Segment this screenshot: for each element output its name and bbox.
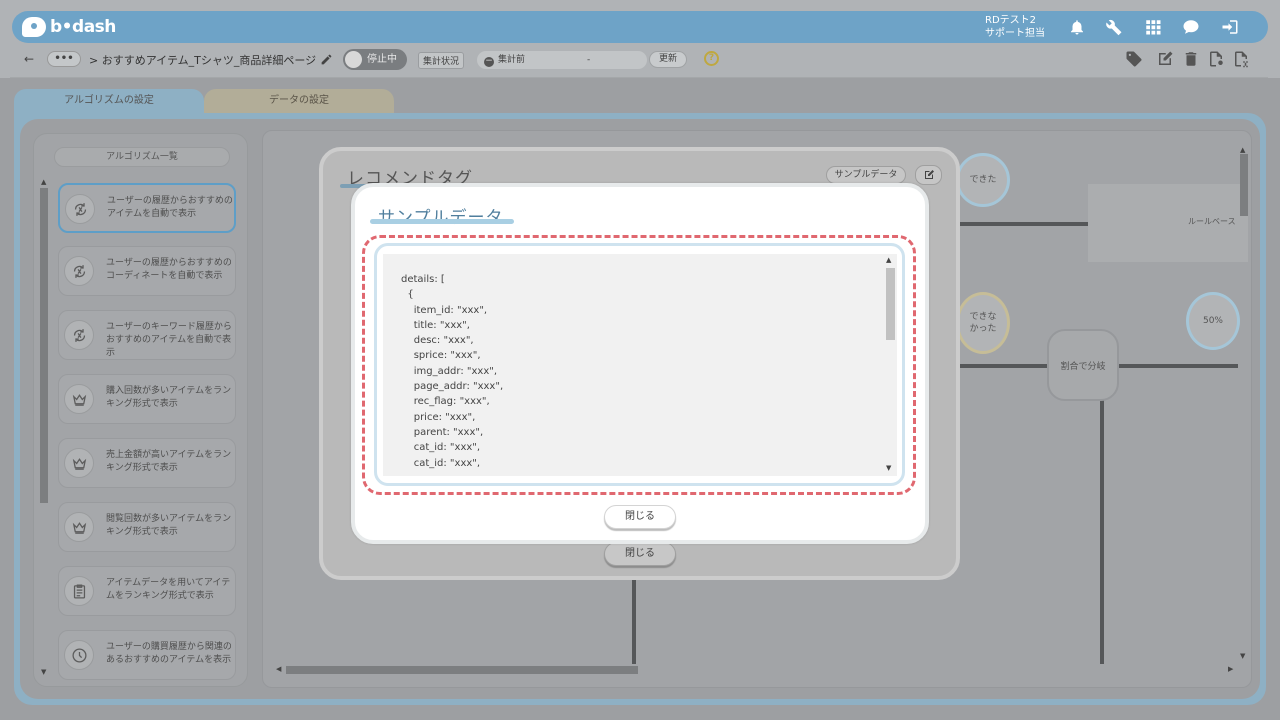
recycle-icon [64,256,94,286]
help-icon[interactable]: ? [704,51,719,66]
algorithm-item[interactable]: ユーザーの履歴からおすすめのアイテムを自動で表示 [58,183,236,233]
algorithm-item-label: ユーザーの履歴からおすすめのアイテムを自動で表示 [107,196,233,219]
crown-icon [64,384,94,414]
refresh-button[interactable]: 更新 [649,51,687,68]
algorithm-item-label: ユーザーのキーワード履歴からおすすめのアイテムを自動で表示 [106,322,232,358]
code-text: details: [ { item_id: "xxx", title: "xxx… [401,274,504,469]
crown-icon [64,512,94,542]
failure-node[interactable]: できな かった [956,292,1010,354]
app-logo[interactable]: b•dash [22,11,116,43]
algorithm-item[interactable]: ユーザーの購買履歴から関連のあるおすすめのアイテムを表示 [58,630,236,680]
canvas-hscroll-thumb[interactable] [286,666,638,674]
title-underline [370,219,514,224]
more-menu-button[interactable]: ••• [47,51,81,67]
bell-icon[interactable] [1066,16,1088,38]
percent-node-label: 50% [1202,316,1223,326]
user-info[interactable]: RDテスト2 サポート担当 [985,14,1055,40]
logout-icon[interactable] [1219,16,1241,38]
status-toggle[interactable]: 停止中 [343,49,407,70]
algorithm-item[interactable]: 閲覧回数が多いアイテムをランキング形式で表示 [58,502,236,552]
algorithm-item[interactable]: 売上金額が高いアイテムをランキング形式で表示 [58,438,236,488]
algorithm-item-label: 売上金額が高いアイテムをランキング形式で表示 [106,450,232,473]
rule-based-label: ルールベース [1188,217,1236,226]
app-header [0,0,1280,46]
percent-node[interactable]: 50% [1186,292,1240,350]
clipboard-icon [64,576,94,606]
aggregation-status-chip: − 集計前 - [477,51,647,69]
logo-bubble-icon [22,17,46,37]
algorithm-item-label: 閲覧回数が多いアイテムをランキング形式で表示 [106,514,232,537]
success-node[interactable]: できた [956,153,1010,207]
code-scrollbar[interactable]: ▲ ▼ [884,256,896,474]
file-settings-icon[interactable] [1207,50,1227,70]
sample-data-title: サンプルデータ [378,208,504,228]
sidebar-scrollbar[interactable]: ▲ ▼ [39,178,51,678]
tag-icon[interactable] [1125,50,1145,70]
sample-data-code[interactable]: details: [ { item_id: "xxx", title: "xxx… [383,254,897,476]
edit-icon[interactable] [1156,50,1176,70]
aggregation-status-label: 集計状況 [418,52,465,69]
failure-node-label: できな かった [969,312,997,334]
logo-text: b•dash [50,17,116,37]
toggle-knob [345,51,362,68]
recycle-icon [65,194,95,224]
crown-icon [64,448,94,478]
split-by-ratio-label: 割合で分岐 [1060,361,1106,372]
pencil-icon[interactable] [320,53,333,69]
file-delete-icon[interactable] [1232,50,1252,70]
success-node-label: できた [969,175,997,185]
algorithm-item[interactable]: ユーザーの履歴からおすすめのコーディネートを自動で表示 [58,246,236,296]
algorithm-item-label: アイテムデータを用いてアイテムをランキング形式で表示 [106,578,231,601]
split-by-ratio-node[interactable]: 割合で分岐 [1047,329,1119,401]
tab-data-settings[interactable]: データの設定 [204,89,394,113]
flow-connector [960,364,1048,368]
algorithm-item-label: 購入回数が多いアイテムをランキング形式で表示 [106,386,232,409]
edit-icon [924,170,934,179]
rule-based-node[interactable]: ルールベース [1088,184,1248,262]
flow-connector [960,222,1088,226]
flow-connector [1118,364,1238,368]
user-company: RDテスト2 [985,15,1037,26]
algorithm-item-label: ユーザーの履歴からおすすめのコーディネートを自動で表示 [106,258,232,281]
chat-icon[interactable] [1180,16,1202,38]
toggle-label: 停止中 [367,54,397,65]
algorithm-item[interactable]: ユーザーのキーワード履歴からおすすめのアイテムを自動で表示 [58,310,236,360]
grid-icon[interactable] [1142,16,1164,38]
breadcrumb: > おすすめアイテム_Tシャツ_商品詳細ページ [89,52,333,69]
algorithm-list-title: アルゴリズム一覧 [54,147,230,167]
back-arrow-icon[interactable]: ← [24,52,34,66]
code-scroll-thumb[interactable] [886,268,895,340]
breadcrumb-text: > おすすめアイテム_Tシャツ_商品詳細ページ [89,54,317,67]
wrench-icon[interactable] [1103,16,1125,38]
flow-connector [632,580,636,664]
user-role: サポート担当 [985,28,1045,39]
tab-algorithm-settings[interactable]: アルゴリズムの設定 [14,89,204,113]
minus-icon: − [484,56,494,67]
scroll-up-arrow-icon[interactable]: ▲ [886,256,891,264]
aggregation-status-value: 集計前 [498,55,526,65]
canvas-horizontal-scrollbar[interactable]: ◀ ▶ [276,664,1236,676]
algorithm-item[interactable]: 購入回数が多いアイテムをランキング形式で表示 [58,374,236,424]
trash-icon[interactable] [1182,50,1202,70]
close-sample-data-button[interactable]: 閉じる [604,505,676,529]
edit-tag-button[interactable] [915,165,942,185]
algorithm-item[interactable]: アイテムデータを用いてアイテムをランキング形式で表示 [58,566,236,616]
aggregation-date: - [587,55,591,65]
flow-connector [1100,400,1104,664]
clock-icon [64,640,94,670]
recycle-icon [64,320,94,350]
sidebar-scroll-thumb[interactable] [40,188,48,503]
canvas-vscroll-thumb[interactable] [1240,154,1248,216]
algorithm-item-label: ユーザーの購買履歴から関連のあるおすすめのアイテムを表示 [106,642,232,665]
sample-data-button[interactable]: サンプルデータ [826,166,906,184]
scroll-down-arrow-icon[interactable]: ▼ [886,464,891,472]
canvas-vertical-scrollbar[interactable]: ▲ ▼ [1238,146,1250,662]
close-recommend-tag-button[interactable]: 閉じる [604,542,676,566]
